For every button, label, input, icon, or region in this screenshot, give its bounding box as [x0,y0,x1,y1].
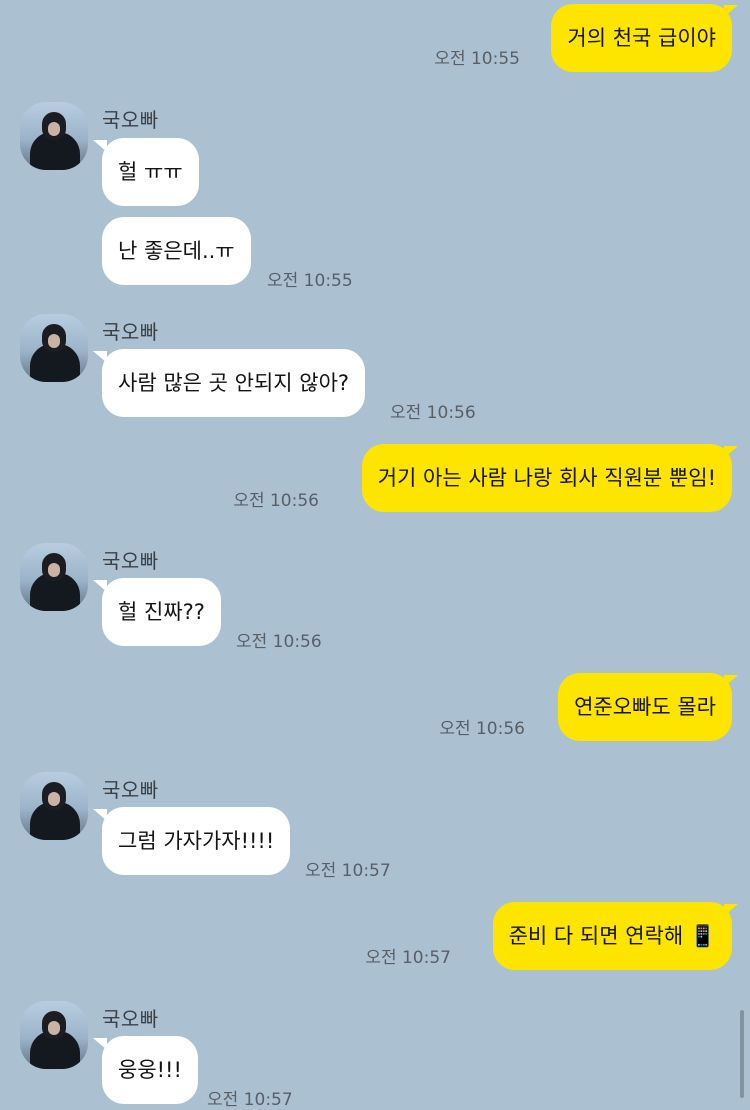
message-time: 오전 10:56 [390,403,476,423]
bubble-tail [93,351,107,363]
message-time: 오전 10:57 [365,948,451,968]
contact-name: 국오빠 [102,320,159,344]
contact-avatar[interactable] [20,543,88,611]
contact-avatar[interactable] [20,1001,88,1069]
bubble-tail [93,140,107,152]
message-time: 오전 10:57 [207,1090,293,1110]
contact-message-bubble[interactable]: 난 좋은데..ㅠ [102,217,251,285]
bubble-tail [724,675,738,687]
bubble-tail [93,580,107,592]
contact-message-bubble[interactable]: 헐 ㅠㅠ [102,138,199,206]
my-message-bubble[interactable]: 연준오빠도 몰라 [558,673,732,741]
message-time: 오전 10:56 [439,719,525,739]
contact-avatar[interactable] [20,314,88,382]
contact-avatar[interactable] [20,102,88,170]
contact-name: 국오빠 [102,1007,159,1031]
message-time: 오전 10:57 [305,861,391,881]
contact-message-bubble[interactable]: 웅웅!!! [102,1036,198,1104]
bubble-tail [724,446,738,458]
bubble-tail [724,904,738,916]
contact-name: 국오빠 [102,108,159,132]
contact-message-bubble[interactable]: 헐 진짜?? [102,578,221,646]
my-message-bubble[interactable]: 거기 아는 사람 나랑 회사 직원분 뿐임! [361,444,732,512]
contact-avatar[interactable] [20,772,88,840]
bubble-tail [93,809,107,821]
contact-message-bubble[interactable]: 사람 많은 곳 안되지 않아? [102,349,366,417]
my-message-bubble[interactable]: 준비 다 되면 연락해 📱 [492,902,732,970]
contact-name: 국오빠 [102,549,159,573]
scrollbar[interactable] [740,1010,744,1098]
contact-name: 국오빠 [102,778,159,802]
message-time: 오전 10:56 [236,632,322,652]
contact-message-bubble[interactable]: 그럼 가자가자!!!! [102,807,291,875]
bubble-tail [93,1038,107,1050]
chat-area[interactable]: 거의 천국 급이야 오전 10:55 국오빠 헐 ㅠㅠ 난 좋은데..ㅠ 오전 … [0,0,750,1110]
my-message-bubble[interactable]: 거의 천국 급이야 [551,4,732,72]
bubble-tail [724,5,738,17]
message-time: 오전 10:55 [434,49,520,69]
message-time: 오전 10:56 [233,491,319,511]
message-time: 오전 10:55 [267,271,353,291]
